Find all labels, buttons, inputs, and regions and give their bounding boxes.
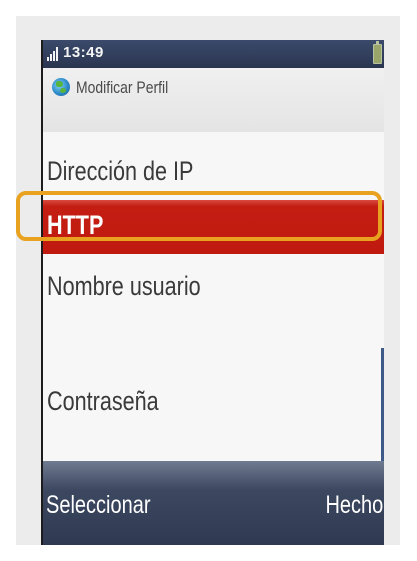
status-time: 13:49 bbox=[63, 44, 104, 61]
battery-icon bbox=[373, 41, 382, 64]
menu-item-username[interactable]: Nombre usuario bbox=[47, 271, 201, 302]
status-bar: 13:49 bbox=[43, 40, 384, 68]
menu-item-password[interactable]: Contraseña bbox=[47, 386, 159, 417]
done-softkey[interactable]: Hecho bbox=[325, 491, 383, 520]
phone-screen: 13:49 Modificar Perfil Dirección de IP H… bbox=[41, 40, 384, 545]
signal-bars-icon bbox=[47, 47, 63, 61]
globe-icon bbox=[52, 78, 70, 96]
menu-item-ip-address[interactable]: Dirección de IP bbox=[47, 156, 193, 187]
menu-item-http[interactable]: HTTP bbox=[47, 210, 103, 241]
select-softkey[interactable]: Seleccionar bbox=[46, 491, 151, 520]
page-title: Modificar Perfil bbox=[76, 78, 169, 97]
softkey-bar: Seleccionar Hecho bbox=[43, 461, 384, 545]
